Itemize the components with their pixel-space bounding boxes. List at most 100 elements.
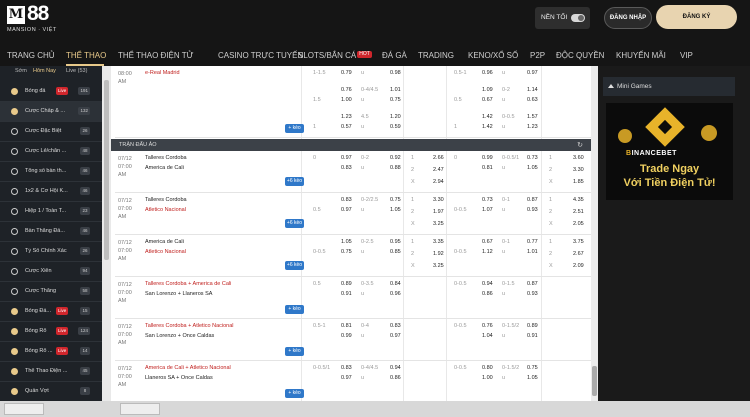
nav-item[interactable]: SLOTS/BẮN CÁ HOT bbox=[298, 51, 372, 60]
odds-home[interactable]: 0.83 bbox=[341, 197, 352, 203]
1x2-odds[interactable]: 1.97 bbox=[433, 209, 444, 215]
1x2-odds[interactable]: 2.66 bbox=[433, 155, 444, 161]
sidebar-item[interactable]: Cược Thắng 58 bbox=[0, 282, 102, 302]
sidebar-item[interactable]: Tổng số bàn th... 46 bbox=[0, 162, 102, 182]
odds-scrollbar[interactable] bbox=[591, 66, 598, 401]
odds-away[interactable]: 0.96 bbox=[390, 291, 401, 297]
odds-home[interactable]: 1.42 bbox=[482, 114, 493, 120]
sidebar-item[interactable]: Quần Vợt 8 bbox=[0, 382, 102, 402]
nav-item[interactable]: KHUYẾN MÃI bbox=[616, 51, 666, 60]
odds-away[interactable]: 0.87 bbox=[527, 281, 538, 287]
nav-item[interactable]: TRADING bbox=[418, 51, 454, 60]
odds-home[interactable]: 1.04 bbox=[482, 333, 493, 339]
odds-home[interactable]: 0.76 bbox=[341, 87, 352, 93]
nav-item[interactable]: THỂ THAO bbox=[66, 51, 106, 60]
odds-away[interactable]: 1.57 bbox=[527, 114, 538, 120]
tab-today[interactable]: Hôm Nay bbox=[33, 68, 56, 74]
odds-away[interactable]: 0.86 bbox=[390, 375, 401, 381]
toggle-switch-icon[interactable] bbox=[571, 14, 585, 22]
odds-away[interactable]: 1.14 bbox=[527, 87, 538, 93]
sidebar-scrollbar[interactable] bbox=[102, 66, 111, 401]
odds-home[interactable]: 1.00 bbox=[482, 375, 493, 381]
odds-away[interactable]: 0.75 bbox=[527, 365, 538, 371]
odds-home[interactable]: 1.23 bbox=[341, 114, 352, 120]
nav-item[interactable]: THỂ THAO ĐIỆN TỬ bbox=[118, 51, 193, 60]
odds-away[interactable]: 0.59 bbox=[390, 124, 401, 130]
sidebar-item[interactable]: Bóng Rổ ... Live 14 bbox=[0, 342, 102, 362]
odds-home[interactable]: 0.83 bbox=[341, 165, 352, 171]
binancebet-banner[interactable]: BINANCEBET Trade Ngay Với Tiền Điện Tử! bbox=[606, 103, 733, 200]
sidebar-item[interactable]: Cược Đặc Biệt 26 bbox=[0, 122, 102, 142]
more-odds-button[interactable]: + kèo bbox=[285, 305, 304, 314]
tab-live[interactable]: Live (53) bbox=[66, 68, 87, 74]
half-1x2-odds[interactable]: 2.09 bbox=[573, 263, 584, 269]
night-mode-toggle[interactable]: NỀN TỐI bbox=[535, 7, 590, 29]
odds-away[interactable]: 0.63 bbox=[527, 97, 538, 103]
nav-item[interactable]: VIP bbox=[680, 51, 693, 60]
half-1x2-odds[interactable]: 3.30 bbox=[573, 167, 584, 173]
sidebar-item[interactable]: 1x2 & Cơ Hội K... 46 bbox=[0, 182, 102, 202]
home-team[interactable]: America de Cali + Atletico Nacional bbox=[145, 365, 231, 371]
away-team[interactable]: Llaneros SA + Once Caldas bbox=[145, 375, 213, 381]
odds-home[interactable]: 0.79 bbox=[341, 70, 352, 76]
away-team[interactable]: San Lorenzo + Once Caldas bbox=[145, 333, 214, 339]
odds-home[interactable]: 0.91 bbox=[341, 291, 352, 297]
sidebar-item[interactable]: Cược Chấp & ... 132 bbox=[0, 102, 102, 122]
odds-away[interactable]: 0.98 bbox=[390, 70, 401, 76]
team-name[interactable]: e-Real Madrid bbox=[145, 70, 180, 76]
half-1x2-odds[interactable]: 2.05 bbox=[573, 221, 584, 227]
odds-home[interactable]: 0.97 bbox=[341, 155, 352, 161]
odds-away[interactable]: 0.73 bbox=[527, 155, 538, 161]
odds-scrollbar-thumb[interactable] bbox=[592, 366, 597, 396]
taskbar-item[interactable] bbox=[4, 403, 44, 415]
sidebar-item[interactable]: Tỷ Số Chính Xác 26 bbox=[0, 242, 102, 262]
home-team[interactable]: Talleres Cordoba + America de Cali bbox=[145, 281, 231, 287]
half-1x2-odds[interactable]: 2.51 bbox=[573, 209, 584, 215]
odds-home[interactable]: 0.73 bbox=[482, 197, 493, 203]
odds-away[interactable]: 1.23 bbox=[527, 124, 538, 130]
half-1x2-odds[interactable]: 3.75 bbox=[573, 239, 584, 245]
1x2-odds[interactable]: 2.94 bbox=[433, 179, 444, 185]
odds-home[interactable]: 0.83 bbox=[341, 365, 352, 371]
odds-away[interactable]: 0.93 bbox=[527, 291, 538, 297]
odds-home[interactable]: 0.99 bbox=[482, 155, 493, 161]
odds-home[interactable]: 1.07 bbox=[482, 207, 493, 213]
register-button[interactable]: ĐĂNG KÝ bbox=[656, 5, 737, 29]
odds-away[interactable]: 0.75 bbox=[390, 197, 401, 203]
more-odds-button[interactable]: +6 kèo bbox=[285, 177, 304, 186]
odds-home[interactable]: 0.97 bbox=[341, 375, 352, 381]
mini-games-header[interactable]: Mini Games bbox=[603, 77, 735, 96]
section-header[interactable]: TRẬN ĐẤU ẢO ↻ bbox=[111, 139, 593, 151]
odds-home[interactable]: 0.97 bbox=[341, 207, 352, 213]
odds-home[interactable]: 0.67 bbox=[482, 97, 493, 103]
odds-home[interactable]: 0.81 bbox=[341, 323, 352, 329]
odds-home[interactable]: 0.81 bbox=[482, 165, 493, 171]
nav-item[interactable]: ĐỘC QUYỀN bbox=[556, 51, 604, 60]
sidebar-item[interactable]: Hiệp 1 / Toàn T... 23 bbox=[0, 202, 102, 222]
nav-item[interactable]: P2P bbox=[530, 51, 545, 60]
odds-away[interactable]: 0.91 bbox=[527, 333, 538, 339]
more-odds-button[interactable]: + kèo bbox=[285, 347, 304, 356]
odds-away[interactable]: 0.97 bbox=[527, 70, 538, 76]
odds-home[interactable]: 1.09 bbox=[482, 87, 493, 93]
odds-away[interactable]: 0.77 bbox=[527, 239, 538, 245]
odds-away[interactable]: 0.87 bbox=[527, 197, 538, 203]
odds-home[interactable]: 1.00 bbox=[341, 97, 352, 103]
odds-away[interactable]: 0.75 bbox=[390, 97, 401, 103]
odds-home[interactable]: 0.96 bbox=[482, 70, 493, 76]
odds-away[interactable]: 0.93 bbox=[527, 207, 538, 213]
odds-away[interactable]: 0.92 bbox=[390, 155, 401, 161]
1x2-odds[interactable]: 2.47 bbox=[433, 167, 444, 173]
away-team[interactable]: San Lorenzo + Llaneros SA bbox=[145, 291, 212, 297]
odds-away[interactable]: 0.97 bbox=[390, 333, 401, 339]
odds-home[interactable]: 0.76 bbox=[482, 323, 493, 329]
odds-home[interactable]: 0.67 bbox=[482, 239, 493, 245]
away-team[interactable]: Atletico Nacional bbox=[145, 207, 186, 213]
1x2-odds[interactable]: 3.25 bbox=[433, 263, 444, 269]
odds-away[interactable]: 1.05 bbox=[390, 207, 401, 213]
sidebar-item[interactable]: Cược Xiên 94 bbox=[0, 262, 102, 282]
nav-item[interactable]: ĐÁ GÀ bbox=[382, 51, 407, 60]
m88-logo[interactable]: M 88 MANSION · VIỆT bbox=[7, 2, 63, 36]
home-team[interactable]: America de Cali bbox=[145, 239, 184, 245]
nav-item[interactable]: TRANG CHỦ bbox=[7, 51, 55, 60]
